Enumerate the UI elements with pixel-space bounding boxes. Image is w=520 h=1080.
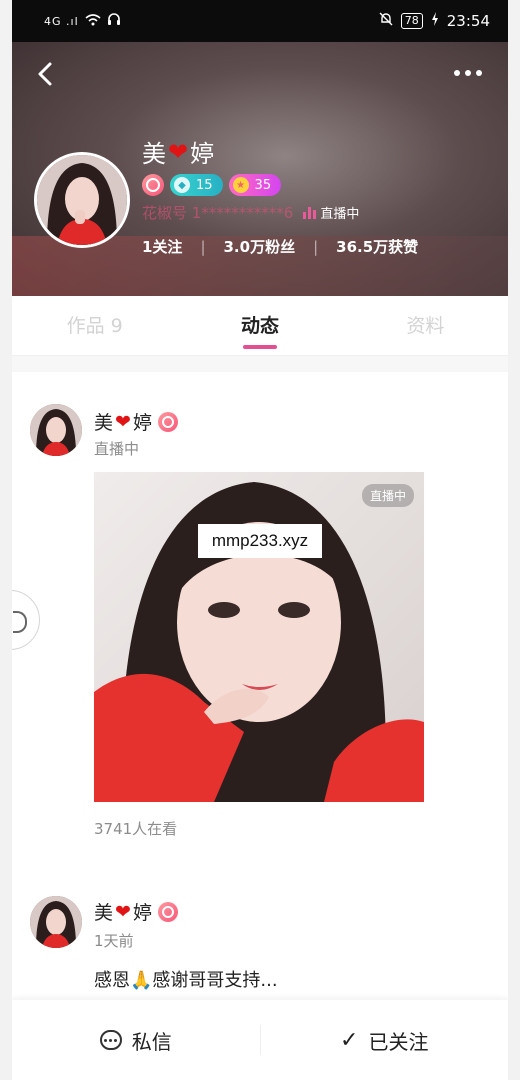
clock-time: 23:54 [446,12,490,30]
diamond-level-badge: ◆ 15 [170,174,223,196]
post-text: 感恩🙏感谢哥哥支持... [94,970,278,991]
profile-name: 美 ❤ 婷 [142,134,214,169]
status-bar: 4G .ıl 78 23:54 [12,0,508,42]
followed-label: 已关注 [368,1029,429,1054]
screen-frame-left [0,0,12,1080]
stats-divider: | [200,237,206,256]
status-left: 4G .ıl [44,12,121,30]
name-part: 美 [94,902,114,924]
check-icon: ✓ [340,1027,359,1053]
wifi-icon [85,12,101,30]
name-part: 婷 [132,902,152,924]
post-avatar[interactable] [30,404,82,456]
heart-icon: ❤ [115,900,131,923]
post-status: 直播中 [94,440,140,458]
more-options-button[interactable] [454,62,490,84]
star-level-value: 35 [254,177,272,193]
viewer-count: 3741人在看 [94,820,178,838]
stats-divider: | [313,237,319,256]
live-bars-icon [303,206,317,219]
star-icon: ★ [232,177,249,193]
live-status[interactable]: 直播中 [303,203,359,222]
battery-level: 78 [400,13,423,29]
star-level-badge: ★ 35 [228,174,282,196]
tab-works[interactable]: 作品 9 [12,296,177,355]
message-button[interactable]: 私信 [12,1000,260,1080]
more-dot-icon [476,70,482,76]
name-part: 美 [94,412,114,434]
diamond-icon: ◆ [174,177,190,193]
anchor-badge-icon [157,411,178,432]
badge-row: ◆ 15 ★ 35 [142,174,282,196]
profile-tabs: 作品 9 动态 资料 [12,296,508,356]
stats-row: 1关注 | 3.0万粉丝 | 36.5万获赞 [142,236,418,257]
watermark-text: mmp233.xyz [198,524,322,558]
profile-avatar[interactable] [34,152,130,248]
side-float-handle[interactable] [12,590,40,650]
anchor-badge-icon [157,901,178,922]
tab-profile-info[interactable]: 资料 [343,296,508,355]
charging-icon [431,12,439,30]
profile-header: 美 ❤ 婷 ◆ 15 ★ 35 花椒号 1***********6 直播中 1关… [12,42,508,296]
diamond-level-value: 15 [196,177,213,193]
avatar-portrait [30,896,82,948]
more-dot-icon [454,70,460,76]
heart-icon: ❤ [168,137,189,166]
chevron-left-icon [38,62,52,86]
fans-count[interactable]: 3.0万粉丝 [224,236,296,257]
following-count[interactable]: 1关注 [142,236,182,257]
name-part: 美 [142,140,166,168]
live-tag: 直播中 [361,484,414,507]
heart-icon: ❤ [115,410,131,433]
chat-bubble-icon [99,1030,122,1050]
post-time: 1天前 [94,932,134,950]
live-stream-thumbnail[interactable]: 直播中 [94,472,424,802]
signal-icon: 4G .ıl [44,14,79,28]
mute-bell-icon [379,12,393,30]
headset-icon [107,12,121,30]
followed-button[interactable]: ✓ 已关注 [261,1000,509,1080]
post-avatar[interactable] [30,896,82,948]
live-status-label: 直播中 [320,207,360,222]
screen-frame-right [508,0,520,1080]
live-stream-photo [94,472,424,802]
id-row: 花椒号 1***********6 直播中 [142,202,359,223]
anchor-badge-icon [142,174,164,196]
likes-count: 36.5万获赞 [336,238,419,256]
name-part: 婷 [190,140,215,168]
profile-screen: 4G .ıl 78 23:54 美 ❤ 婷 ◆ 15 ★ 35 花椒号 1***… [12,0,508,1080]
tab-moments[interactable]: 动态 [177,296,342,355]
status-right: 78 23:54 [379,12,490,30]
message-label: 私信 [131,1029,172,1054]
user-id: 花椒号 1***********6 [142,204,294,222]
post-author-name[interactable]: 美 ❤ 婷 [94,898,178,925]
section-divider [12,356,508,372]
name-part: 婷 [132,412,152,434]
avatar-portrait [30,404,82,456]
back-button[interactable] [34,60,64,90]
avatar-portrait [37,155,127,245]
bottom-action-bar: 私信 ✓ 已关注 [12,1000,508,1080]
more-dot-icon [465,70,471,76]
post-author-name[interactable]: 美 ❤ 婷 [94,408,178,435]
